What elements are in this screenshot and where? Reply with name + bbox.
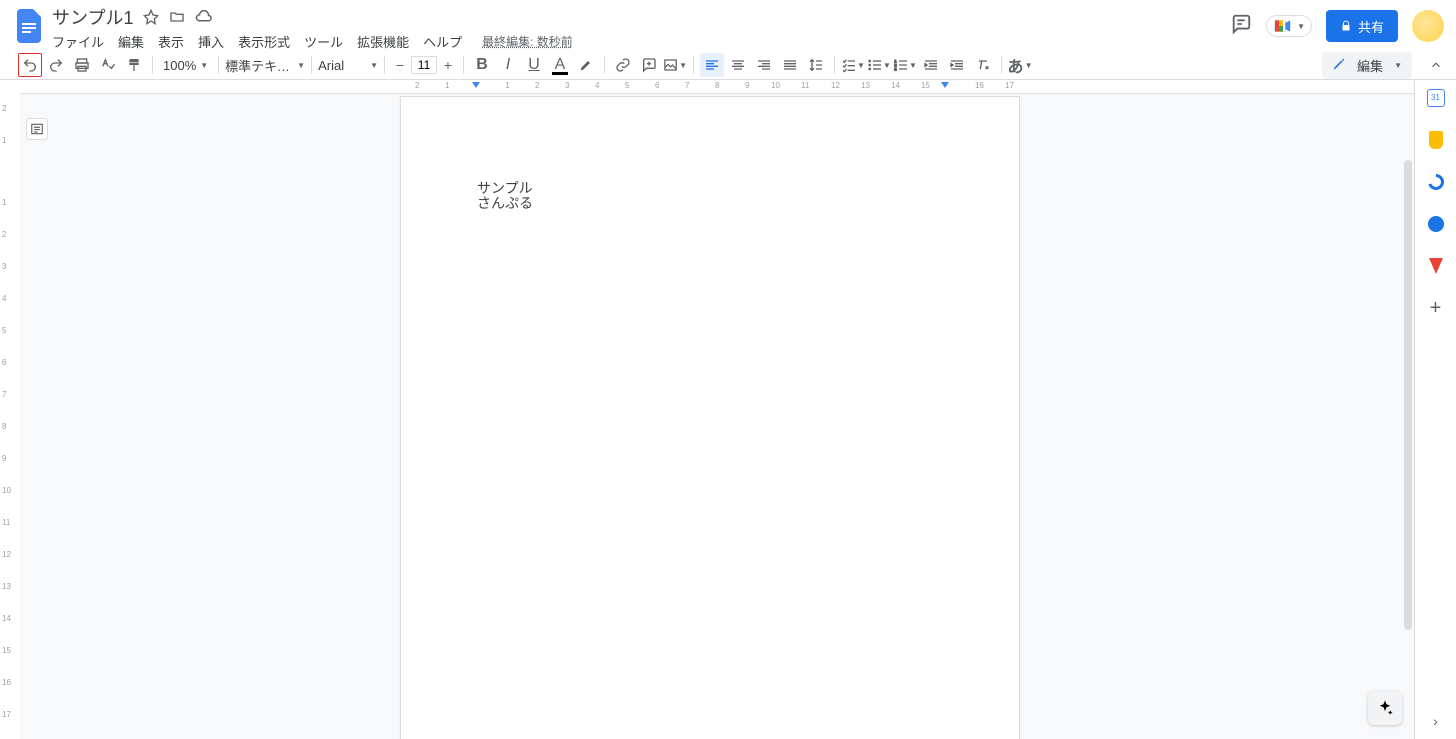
menu-help[interactable]: ヘルプ [423, 32, 462, 51]
paragraph-style-select[interactable]: 標準テキス... [225, 56, 295, 75]
menu-tools[interactable]: ツール [304, 32, 343, 51]
insert-image-button[interactable]: ▼ [663, 53, 687, 77]
numbered-list-button[interactable]: 123▼ [893, 53, 917, 77]
redo-button[interactable] [44, 53, 68, 77]
input-tools-button[interactable]: あ▼ [1008, 53, 1032, 77]
page-body[interactable]: サンプル さんぷる [401, 97, 1019, 296]
vertical-ruler: 2 1 1 2 3 4 5 6 7 8 9 10 11 12 13 14 15 … [0, 80, 20, 739]
indent-marker-left-icon[interactable] [472, 82, 480, 88]
meet-button[interactable]: ▼ [1266, 15, 1312, 37]
tasks-app-icon[interactable] [1426, 172, 1446, 192]
account-avatar[interactable] [1412, 10, 1444, 42]
explore-button[interactable] [1368, 691, 1402, 725]
share-label: 共有 [1358, 17, 1384, 36]
indent-increase-button[interactable] [945, 53, 969, 77]
menu-edit[interactable]: 編集 [118, 32, 144, 51]
undo-button[interactable] [18, 53, 42, 77]
font-size-input[interactable]: 11 [411, 56, 437, 74]
indent-decrease-button[interactable] [919, 53, 943, 77]
editing-mode-select[interactable]: 編集 ▼ [1322, 52, 1412, 79]
spellcheck-button[interactable] [96, 53, 120, 77]
bold-button[interactable]: B [470, 53, 494, 77]
add-comment-button[interactable] [637, 53, 661, 77]
keep-app-icon[interactable] [1426, 130, 1446, 150]
menu-view[interactable]: 表示 [158, 32, 184, 51]
star-icon[interactable] [143, 9, 159, 25]
highlight-color-button[interactable] [574, 53, 598, 77]
hide-sidepanel-button[interactable]: › [1433, 713, 1438, 729]
zoom-select[interactable]: 100%▼ [159, 58, 212, 73]
font-size-increase-button[interactable]: + [439, 56, 457, 74]
text-line[interactable]: さんぷる [477, 196, 943, 211]
toolbar: 100%▼ 標準テキス...▼ Arial▼ − 11 + B I U A ▼ … [0, 50, 1456, 80]
menu-bar: ファイル 編集 表示 挿入 表示形式 ツール 拡張機能 ヘルプ 最終編集: 数秒… [52, 30, 1230, 52]
bulleted-list-button[interactable]: ▼ [867, 53, 891, 77]
insert-link-button[interactable] [611, 53, 635, 77]
print-button[interactable] [70, 53, 94, 77]
maps-app-icon[interactable] [1426, 256, 1446, 276]
app-header: サンプル1 ファイル 編集 表示 挿入 表示形式 ツール 拡張機能 ヘルプ 最終… [0, 0, 1456, 50]
menu-insert[interactable]: 挿入 [198, 32, 224, 51]
line-spacing-button[interactable] [804, 53, 828, 77]
indent-marker-right-icon[interactable] [941, 82, 949, 88]
font-family-select[interactable]: Arial [318, 58, 368, 73]
pencil-icon [1332, 57, 1346, 74]
show-outline-button[interactable] [26, 118, 48, 140]
last-edit-label[interactable]: 最終編集: 数秒前 [482, 33, 573, 50]
vertical-scrollbar[interactable] [1404, 160, 1412, 640]
move-folder-icon[interactable] [169, 9, 185, 25]
italic-button[interactable]: I [496, 53, 520, 77]
contacts-app-icon[interactable] [1426, 214, 1446, 234]
doc-title[interactable]: サンプル1 [52, 4, 133, 30]
meet-caret-icon: ▼ [1297, 22, 1305, 31]
cloud-status-icon[interactable] [195, 10, 213, 24]
menu-file[interactable]: ファイル [52, 32, 104, 51]
hide-menus-button[interactable] [1424, 53, 1448, 77]
menu-extensions[interactable]: 拡張機能 [357, 32, 409, 51]
share-button[interactable]: 共有 [1326, 10, 1398, 42]
menu-format[interactable]: 表示形式 [238, 32, 290, 51]
text-color-button[interactable]: A [548, 53, 572, 77]
checklist-button[interactable]: ▼ [841, 53, 865, 77]
align-center-button[interactable] [726, 53, 750, 77]
side-panel: + › [1414, 80, 1456, 739]
calendar-app-icon[interactable] [1426, 88, 1446, 108]
paint-format-button[interactable] [122, 53, 146, 77]
underline-button[interactable]: U [522, 53, 546, 77]
document-canvas[interactable]: 2 1 1 2 3 4 5 6 7 8 9 10 11 12 13 14 15 … [20, 80, 1414, 739]
align-right-button[interactable] [752, 53, 776, 77]
font-size-decrease-button[interactable]: − [391, 56, 409, 74]
svg-text:3: 3 [894, 66, 897, 71]
align-justify-button[interactable] [778, 53, 802, 77]
docs-logo-icon[interactable] [12, 8, 48, 44]
lock-icon [1340, 20, 1352, 32]
get-addons-button[interactable]: + [1426, 298, 1446, 318]
clear-formatting-button[interactable] [971, 53, 995, 77]
text-line[interactable]: サンプル [477, 181, 943, 196]
comment-history-icon[interactable] [1230, 13, 1252, 40]
document-page[interactable]: サンプル さんぷる [400, 96, 1020, 739]
align-left-button[interactable] [700, 53, 724, 77]
horizontal-ruler[interactable]: 2 1 1 2 3 4 5 6 7 8 9 10 11 12 13 14 15 … [20, 80, 1414, 94]
